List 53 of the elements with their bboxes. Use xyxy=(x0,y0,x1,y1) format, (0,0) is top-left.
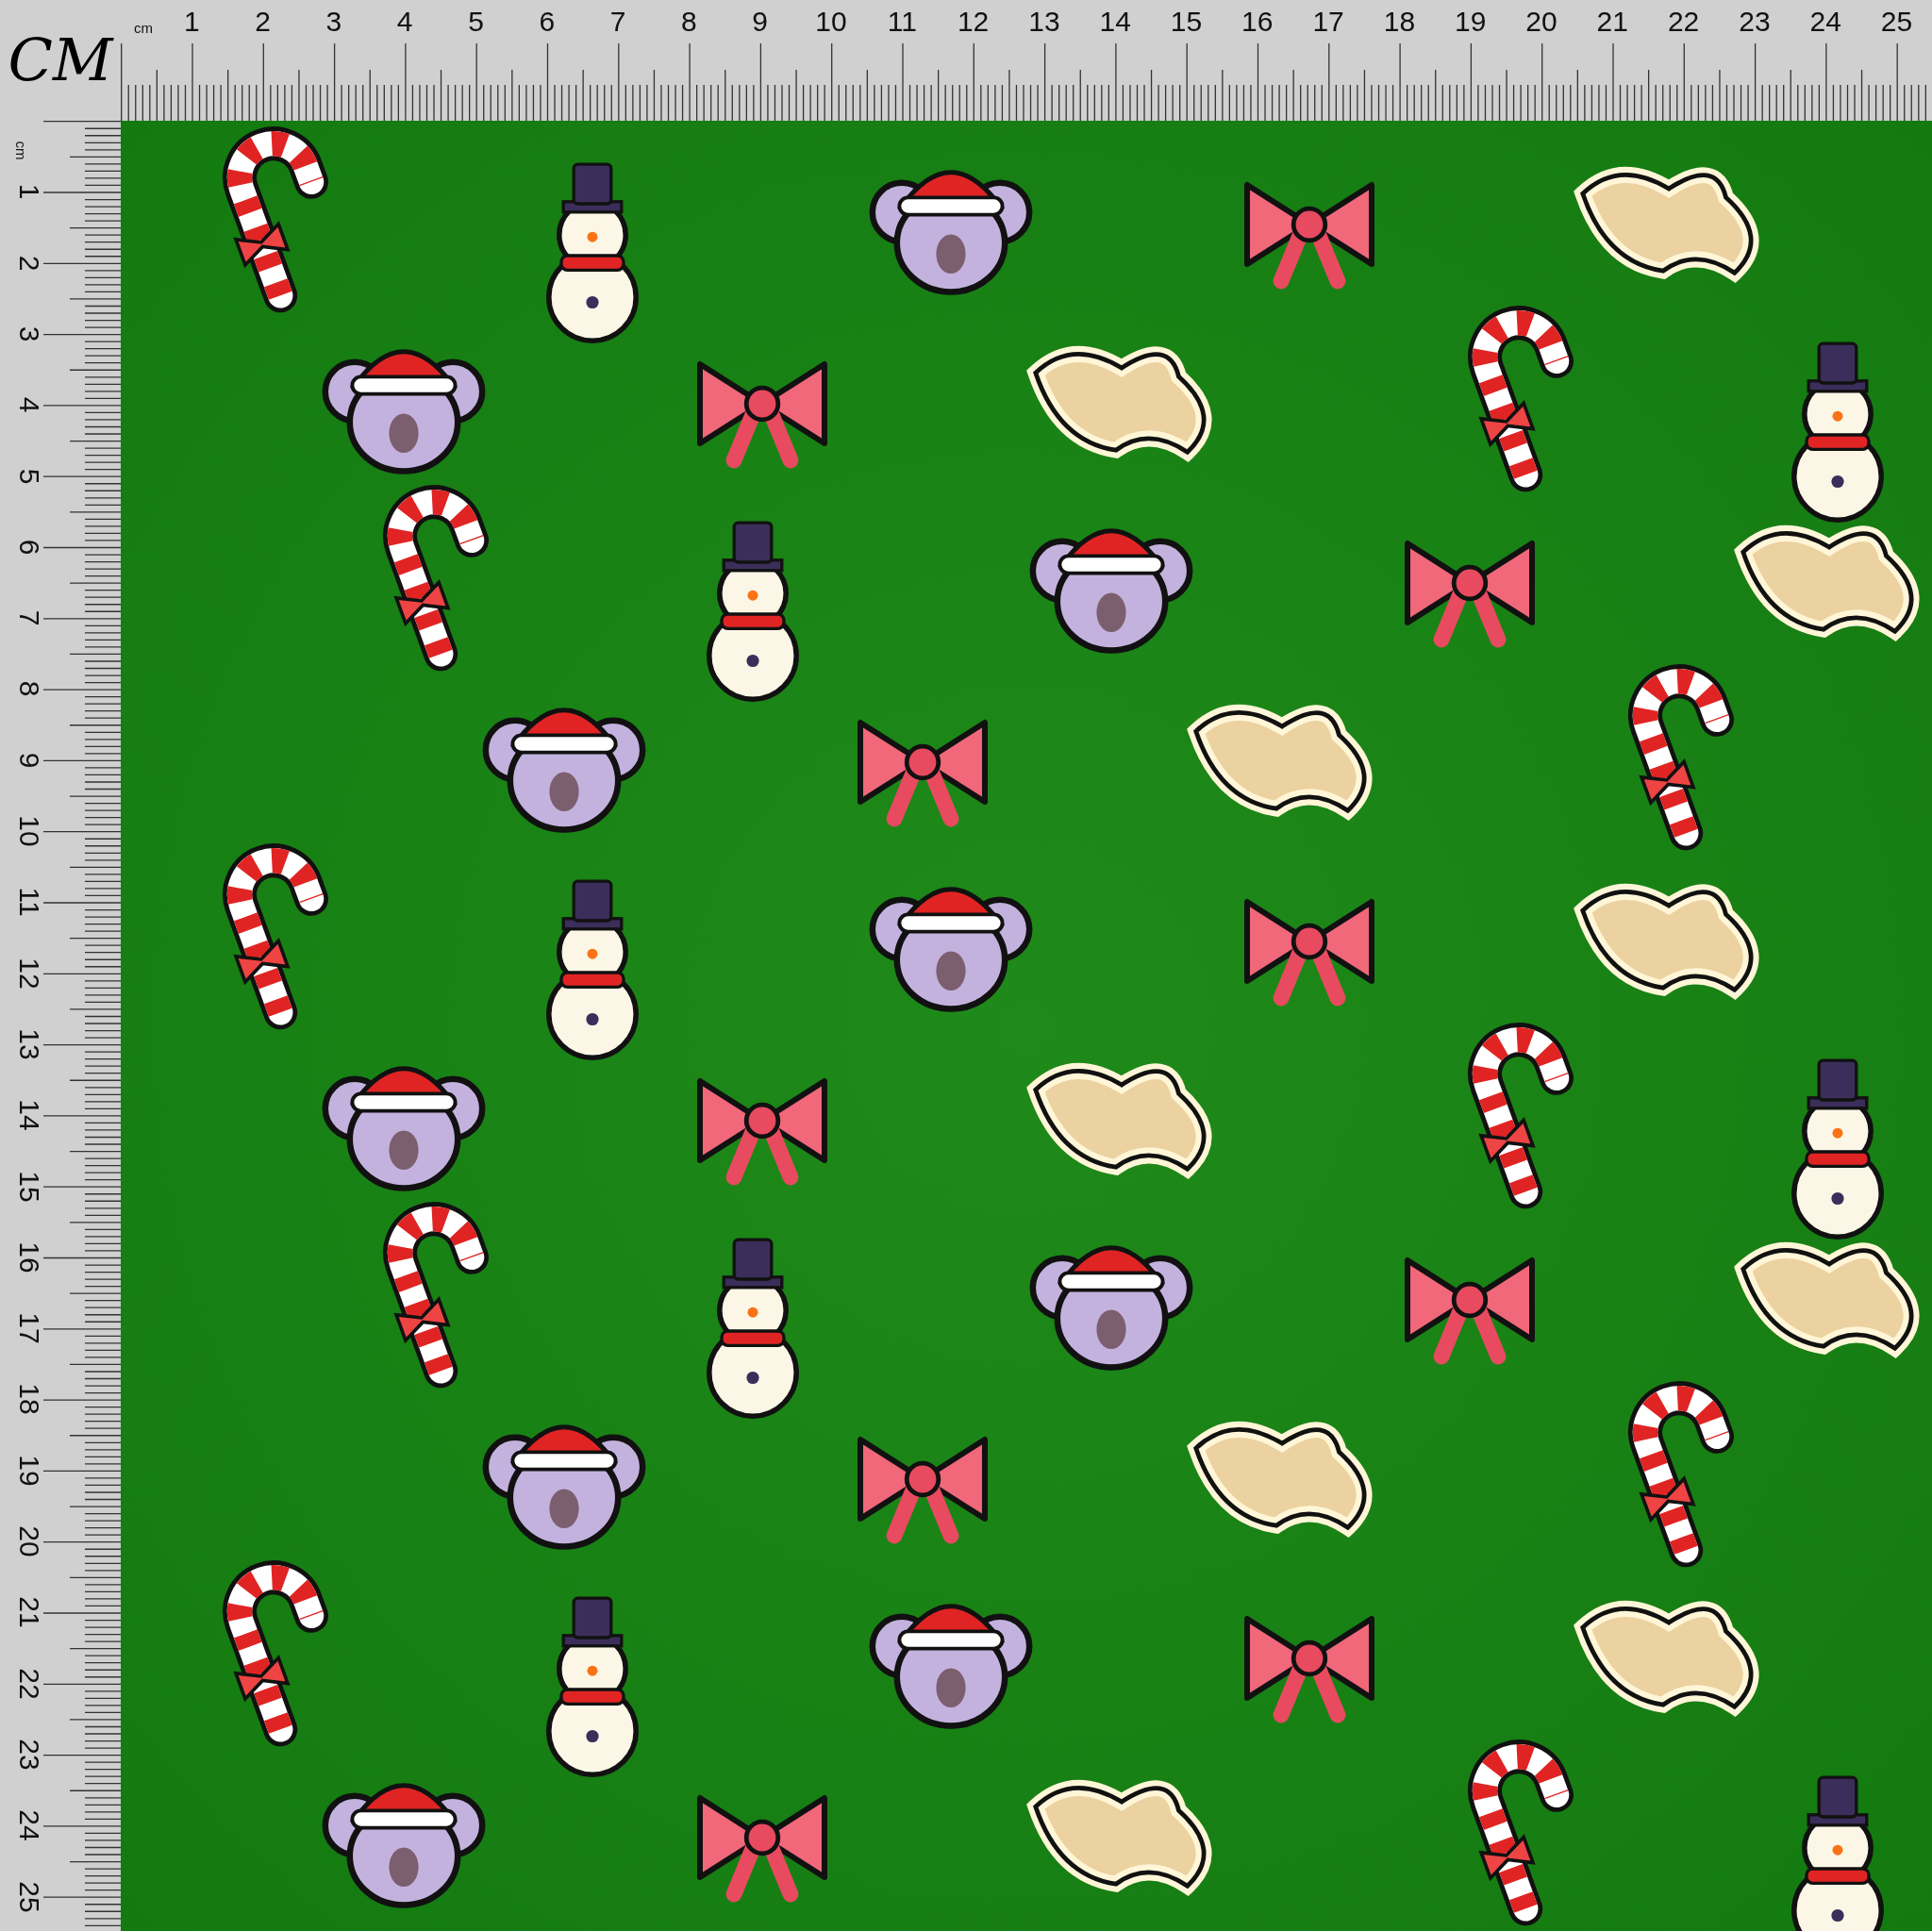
ruler-unit: cm xyxy=(134,21,153,35)
ruler-number: 8 xyxy=(680,8,698,36)
ruler-number: 19 xyxy=(1454,8,1488,36)
ruler-number: 19 xyxy=(13,1454,45,1489)
ruler-number: 21 xyxy=(13,1595,45,1630)
ruler-number: 11 xyxy=(886,8,918,36)
ruler-number: 17 xyxy=(13,1311,45,1346)
ruler-number: 2 xyxy=(13,254,45,273)
ruler-number: 12 xyxy=(13,956,45,991)
ruler-number: 17 xyxy=(1311,8,1345,36)
ruler-number: 3 xyxy=(325,8,343,36)
ruler-number: 4 xyxy=(13,395,45,415)
ruler-number: 14 xyxy=(13,1098,45,1133)
ruler-number: 6 xyxy=(13,538,45,558)
ruler-number: 6 xyxy=(538,8,557,36)
ruler-number: 25 xyxy=(1879,8,1914,36)
ruler-number: 12 xyxy=(956,8,991,36)
ruler-number: 1 xyxy=(13,182,45,202)
ruler-number: 13 xyxy=(13,1027,45,1062)
ruler-number: 4 xyxy=(395,8,414,36)
ruler-number: 21 xyxy=(1595,8,1629,36)
ruler-number: 7 xyxy=(13,608,45,628)
ruler-number: 1 xyxy=(182,8,201,36)
ruler-number: 16 xyxy=(1241,8,1274,36)
ruler-number: 3 xyxy=(13,325,45,344)
ruler-number: 5 xyxy=(467,8,485,36)
ruler-number: 15 xyxy=(1169,8,1204,36)
unit-label: CM xyxy=(8,31,113,90)
ruler-number: 7 xyxy=(608,8,627,36)
ruler-number: 16 xyxy=(13,1240,45,1275)
ruler-number: 9 xyxy=(13,751,45,771)
ruler-number: 10 xyxy=(13,814,45,849)
ruler-number: 11 xyxy=(13,886,45,919)
ruler-number: 15 xyxy=(13,1169,45,1205)
ruler-number: 10 xyxy=(814,8,848,36)
ruler-number: 20 xyxy=(13,1524,45,1559)
ruler-number: 22 xyxy=(1666,8,1701,36)
ruler-number: 14 xyxy=(1098,8,1132,36)
ruler-number: 20 xyxy=(1524,8,1558,36)
ruler-number: 2 xyxy=(254,8,272,36)
ruler-number: 25 xyxy=(13,1879,45,1915)
ruler-number: 23 xyxy=(1738,8,1772,36)
ruler-number: 18 xyxy=(13,1382,45,1418)
ruler-number: 24 xyxy=(13,1808,45,1843)
ruler-number: 18 xyxy=(1382,8,1417,36)
ruler-unit: cm xyxy=(13,141,28,160)
ruler-number: 8 xyxy=(13,680,45,699)
ruler-number: 13 xyxy=(1027,8,1061,36)
ruler-number: 23 xyxy=(13,1738,45,1773)
ruler-number: 24 xyxy=(1808,8,1842,36)
ruler-number: 9 xyxy=(751,8,770,36)
ruler-number: 5 xyxy=(13,467,45,486)
ruler-number: 22 xyxy=(13,1666,45,1702)
